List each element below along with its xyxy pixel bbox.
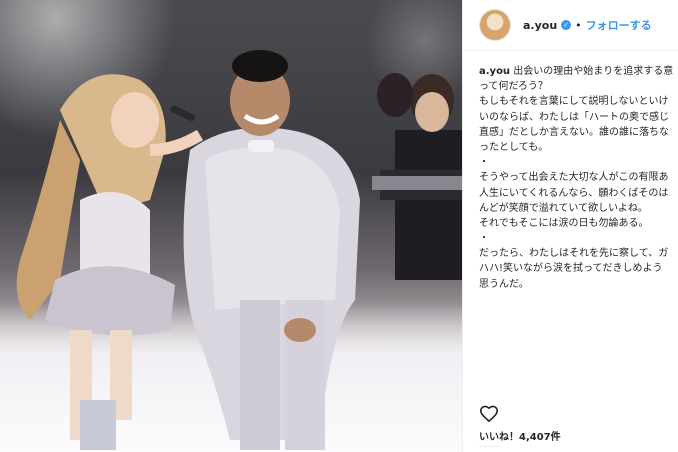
caption-line: a.you 出会いの理由や始まりを追求する意 (479, 66, 674, 77)
caption-line: もしもそれを言葉にして説明しないといけ (479, 96, 669, 108)
caption-line: 人生にいてくれるんなら、願わくばそのは (479, 187, 669, 199)
post-header: a.you ✓ • フォローする (463, 0, 678, 51)
post-caption: a.you 出会いの理由や始まりを追求する意 って何だろう？ もしもそれを言葉に… (479, 64, 678, 292)
verified-badge-icon: ✓ (561, 20, 572, 30)
caption-line: って何だろう？ (479, 81, 548, 93)
caption-line: そうやって出会えた大切な人がこの有限あ (479, 172, 669, 184)
caption-line: ハハ!笑いながら涙を拭ってだきしめよう (479, 263, 663, 275)
caption-line: いのならば、わたしは「ハートの奥で感じ (479, 111, 669, 123)
timestamp-divider (479, 446, 501, 452)
caption-line: んどが笑顔で溢れていて欲しいよね。 (479, 202, 648, 214)
caption-line: それでもそこには涙の日も勿論ある。 (479, 217, 649, 229)
man-in-silver-suit (183, 50, 360, 450)
post-photo[interactable] (0, 0, 462, 452)
avatar[interactable] (479, 9, 511, 41)
heart-icon[interactable] (479, 404, 499, 426)
follow-button[interactable]: フォローする (586, 17, 652, 33)
username-link[interactable]: a.you (523, 19, 557, 32)
caption-username[interactable]: a.you (479, 66, 510, 77)
woman-singer (16, 74, 204, 450)
post-actions (479, 404, 499, 426)
caption-line: だったら、わたしはそれを先に察して、ガ (479, 248, 669, 260)
performers-illustration (16, 50, 462, 450)
likes-count[interactable]: いいね！4,407件 (479, 428, 561, 443)
instagram-post: a.you ✓ • フォローする a.you 出会いの理由や始まりを追求する意 … (0, 0, 678, 452)
post-info-panel: a.you ✓ • フォローする a.you 出会いの理由や始まりを追求する意 … (462, 0, 678, 452)
caption-line: ・ (479, 233, 489, 245)
caption-line: 思うんだ。 (479, 278, 529, 290)
header-separator: • (575, 18, 582, 32)
caption-line: ったとしても。 (479, 141, 549, 153)
background-musician (372, 73, 462, 280)
caption-line: ・ (479, 157, 489, 169)
caption-line: 直感」だとしか言えない。誰の誰に落ちな (479, 126, 669, 138)
